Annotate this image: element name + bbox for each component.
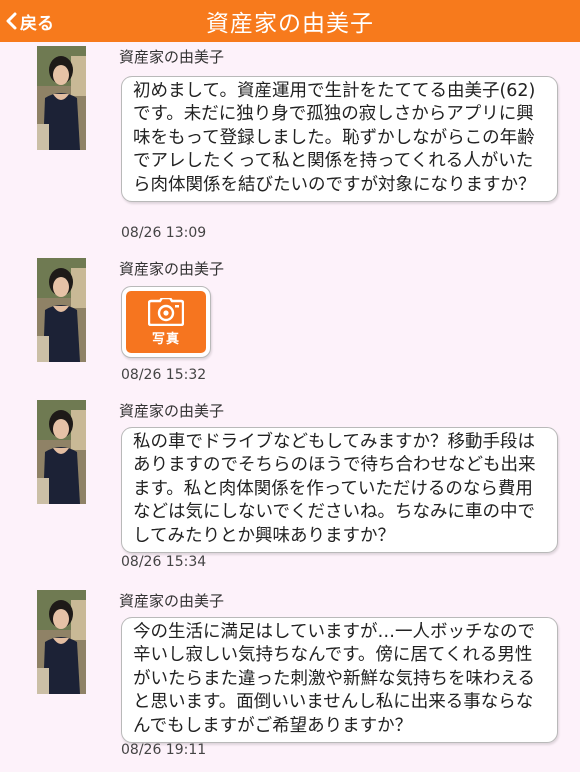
chevron-left-icon: [6, 12, 17, 30]
sender-name: 資産家の由美子: [119, 402, 225, 420]
message-bubble: 今の生活に満足はしていますが…一人ボッチなので辛いし寂しい気持ちなんです。傍に居…: [121, 617, 558, 744]
message-timestamp: 08/26 13:09: [121, 225, 207, 241]
photo-label: 写真: [151, 331, 180, 347]
avatar[interactable]: [37, 258, 86, 362]
avatar[interactable]: [37, 400, 86, 504]
sender-name: 資産家の由美子: [119, 260, 225, 278]
message-timestamp: 08/26 15:34: [121, 554, 207, 570]
back-button[interactable]: 戻る: [6, 8, 54, 34]
photo-attachment[interactable]: 写真: [121, 286, 211, 358]
back-label: 戻る: [20, 13, 54, 34]
photo-thumbnail: 写真: [126, 291, 206, 353]
sender-name: 資産家の由美子: [119, 592, 225, 610]
message-timestamp: 08/26 19:11: [121, 742, 207, 758]
message-bubble: 初めまして。資産運用で生計をたててる由美子(62)です。未だに独り身で孤独の寂し…: [121, 76, 558, 203]
avatar[interactable]: [37, 46, 86, 150]
page-title: 資産家の由美子: [206, 11, 374, 37]
message-bubble: 私の車でドライブなどもしてみますか？移動手段はありますのでそちらのほうで待ち合わ…: [121, 427, 558, 554]
camera-icon: [148, 297, 184, 326]
message-timestamp: 08/26 15:32: [121, 367, 207, 383]
sender-name: 資産家の由美子: [119, 48, 225, 66]
avatar[interactable]: [37, 590, 86, 694]
app-header: 戻る 資産家の由美子: [0, 0, 580, 42]
